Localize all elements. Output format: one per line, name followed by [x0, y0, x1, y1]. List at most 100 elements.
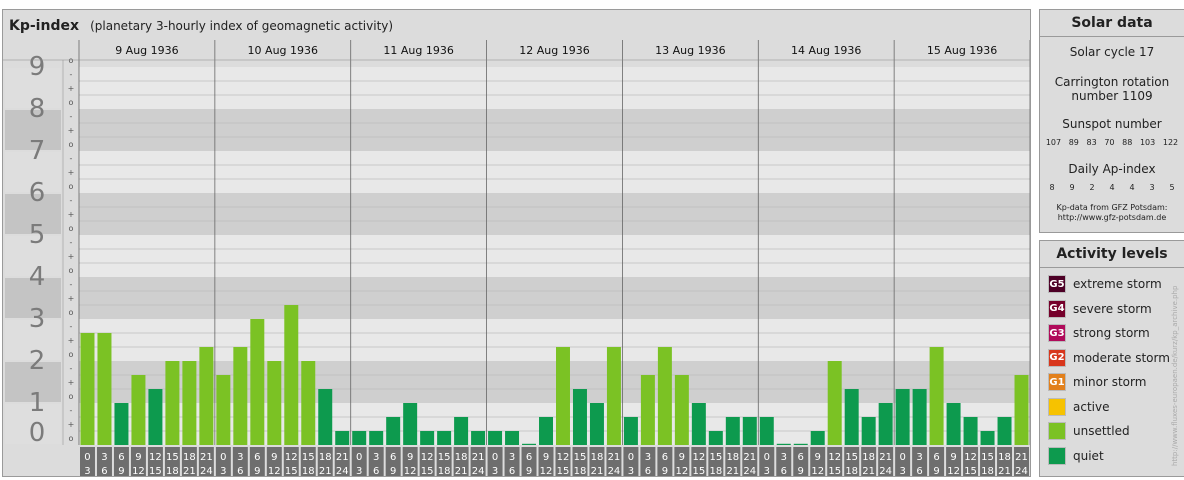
- hour-label-end: 15: [149, 466, 162, 476]
- hour-label-start: 9: [679, 452, 685, 463]
- kp-bar: [165, 361, 180, 445]
- hour-label-start: 15: [981, 452, 994, 463]
- sunspot-value: 89: [1068, 138, 1079, 147]
- kp-bar: [369, 431, 384, 445]
- hour-label-end: 12: [811, 466, 824, 476]
- hour-label-start: 9: [407, 452, 413, 463]
- hour-label-start: 21: [1015, 452, 1028, 463]
- kp-bar: [691, 403, 706, 445]
- hour-label-end: 24: [879, 466, 892, 476]
- hour-label-end: 6: [237, 466, 243, 476]
- hour-label-start: 21: [200, 452, 213, 463]
- hour-label-start: 21: [879, 452, 892, 463]
- legend-swatch: [1048, 397, 1066, 416]
- hour-label-start: 9: [950, 452, 956, 463]
- kp-bar: [250, 319, 265, 445]
- legend-label: severe storm: [1073, 301, 1152, 316]
- y-minor-tick-label: +: [68, 210, 75, 219]
- hour-label-end: 3: [492, 466, 498, 476]
- kp-bar: [963, 416, 978, 445]
- hour-label-end: 18: [845, 466, 858, 476]
- hour-label-start: 12: [964, 452, 977, 463]
- legend-item-unsettled: unsettled: [1048, 421, 1130, 441]
- kp-bar-chart: 0123456789o+-o+-o+-o+-o+-o+-o+-o+-o+-o9 …: [3, 40, 1030, 476]
- hour-label-start: 0: [899, 452, 905, 463]
- y-tick-label: 6: [29, 178, 46, 208]
- hour-label-start: 12: [692, 452, 705, 463]
- y-minor-tick-label: -: [70, 280, 73, 289]
- legend-label: active: [1073, 399, 1110, 414]
- hour-label-end: 24: [472, 466, 485, 476]
- ap-value: 8: [1049, 183, 1055, 192]
- y-minor-tick-label: +: [68, 336, 75, 345]
- kp-band: [79, 277, 1030, 319]
- kp-bar: [284, 305, 299, 445]
- solar-cycle: Solar cycle 17: [1069, 45, 1155, 59]
- hour-label-end: 9: [798, 466, 804, 476]
- ap-value: 9: [1069, 183, 1075, 192]
- kp-band: [79, 109, 1030, 151]
- hour-label-end: 21: [319, 466, 332, 476]
- data-source-link[interactable]: http://www.gfz-potsdam.de: [1040, 213, 1184, 223]
- legend-label: quiet: [1073, 448, 1104, 463]
- hour-label-start: 18: [726, 452, 739, 463]
- sunspot-value: 88: [1122, 138, 1133, 147]
- y-tick-label: 4: [29, 262, 46, 292]
- hour-label-start: 9: [543, 452, 549, 463]
- kp-bar: [776, 443, 791, 445]
- hour-label-end: 15: [285, 466, 298, 476]
- sunspot-value: 70: [1104, 138, 1115, 147]
- legend-swatch: G5: [1048, 275, 1066, 293]
- day-label: 13 Aug 1936: [655, 44, 725, 57]
- hour-label-start: 9: [271, 452, 277, 463]
- kp-bar: [810, 431, 825, 445]
- hour-label-start: 6: [390, 452, 396, 463]
- chart-subtitle: (planetary 3-hourly index of geomagnetic…: [90, 19, 394, 33]
- hour-label-end: 24: [1015, 466, 1028, 476]
- kp-bar: [623, 416, 638, 445]
- chart-title: Kp-index (planetary 3-hourly index of ge…: [9, 15, 393, 34]
- kp-bar: [267, 361, 282, 445]
- y-minor-tick-label: o: [69, 266, 74, 275]
- hour-label-start: 18: [862, 452, 875, 463]
- kp-bar: [420, 431, 435, 445]
- kp-bar: [1014, 374, 1029, 445]
- ap-index-label: Daily Ap-index: [1068, 162, 1156, 176]
- legend-item-severe-storm: G4 severe storm: [1048, 299, 1152, 319]
- hour-label-start: 18: [591, 452, 604, 463]
- y-minor-tick-label: +: [68, 168, 75, 177]
- kp-bar: [878, 403, 893, 445]
- hour-label-start: 15: [166, 452, 179, 463]
- y-minor-tick-label: +: [68, 420, 75, 429]
- hour-label-end: 24: [336, 466, 349, 476]
- hour-label-start: 12: [828, 452, 841, 463]
- kp-bar: [556, 347, 570, 445]
- hour-label-end: 15: [828, 466, 841, 476]
- y-minor-tick-label: o: [69, 224, 74, 233]
- kp-band: [79, 151, 1030, 193]
- y-tick-label: 9: [29, 52, 46, 82]
- kp-band: [79, 235, 1030, 277]
- hour-label-end: 9: [662, 466, 668, 476]
- kp-bar: [505, 431, 520, 445]
- y-tick-label: 5: [29, 220, 46, 250]
- hour-label-start: 12: [149, 452, 162, 463]
- y-minor-tick-label: -: [70, 364, 73, 373]
- hour-label-start: 0: [84, 452, 90, 463]
- hour-label-start: 6: [526, 452, 532, 463]
- hour-label-end: 21: [862, 466, 875, 476]
- kp-bar: [929, 347, 944, 445]
- carrington-rotation-number: number 1109: [1071, 89, 1153, 103]
- y-minor-tick-label: -: [70, 322, 73, 331]
- y-minor-tick-label: o: [69, 98, 74, 107]
- legend-swatch: G2: [1048, 348, 1066, 367]
- hour-label-start: 15: [438, 452, 451, 463]
- kp-bar: [895, 389, 910, 445]
- hour-label-end: 6: [373, 466, 379, 476]
- hour-label-end: 24: [608, 466, 621, 476]
- kp-bar: [233, 347, 248, 445]
- y-minor-tick-label: -: [70, 70, 73, 79]
- kp-bar: [97, 332, 112, 445]
- kp-bar: [997, 416, 1012, 445]
- solar-data-panel: Solar data Solar cycle 17 Carrington rot…: [1039, 9, 1184, 233]
